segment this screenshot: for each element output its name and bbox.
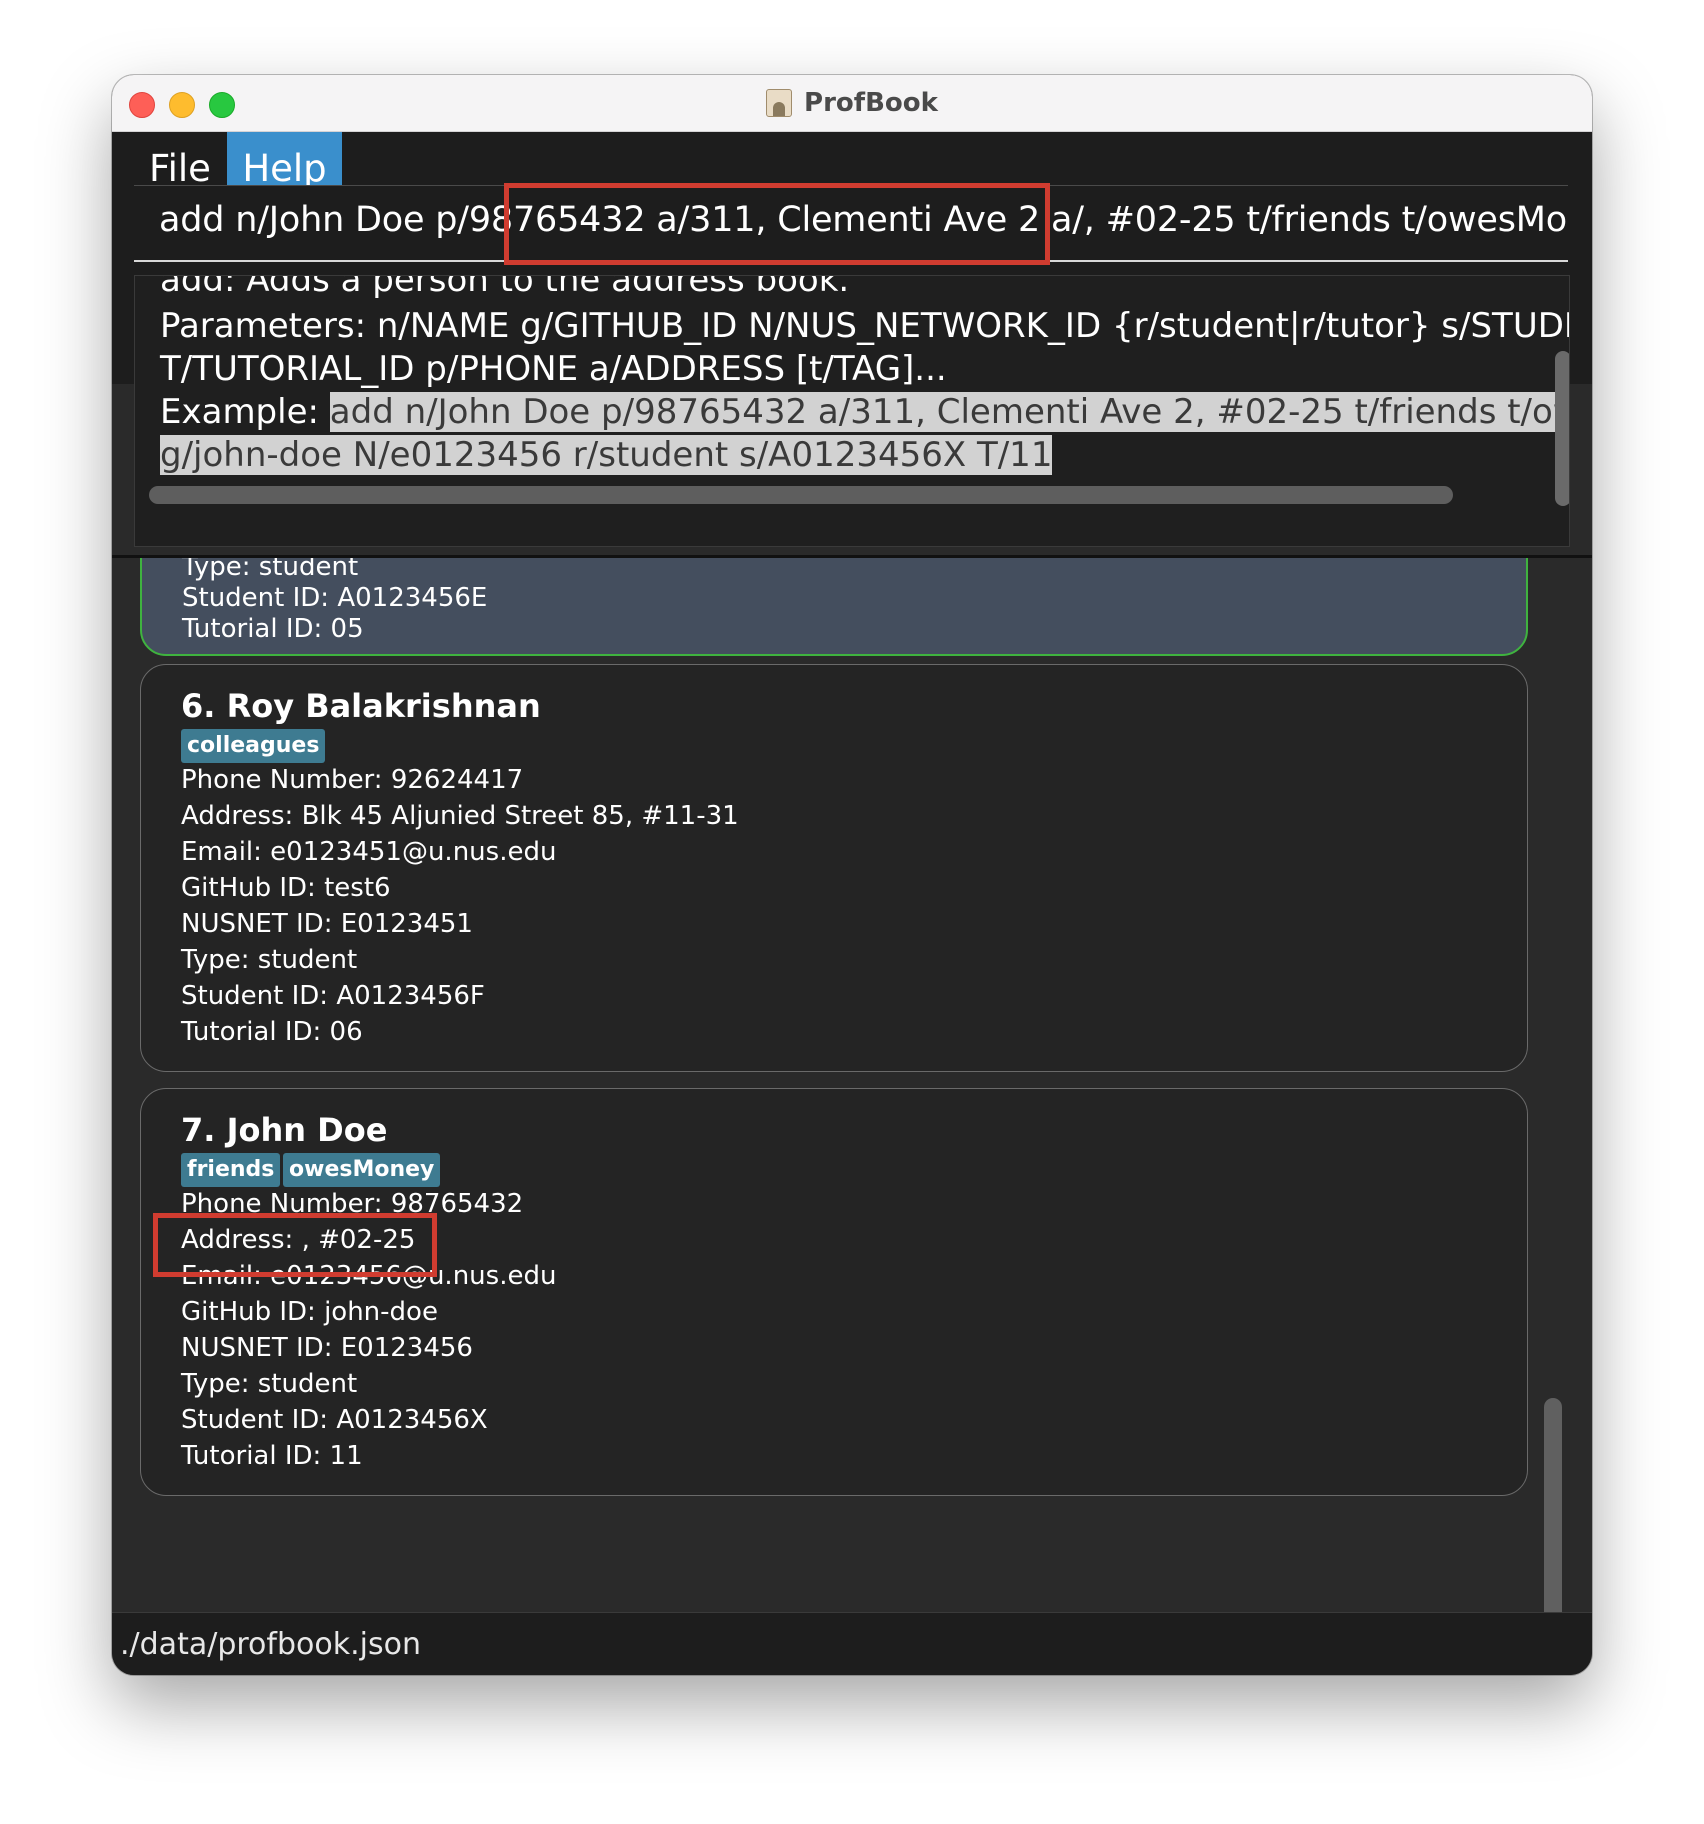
- tag: friends: [181, 1153, 281, 1187]
- window-title: ProfBook: [112, 75, 1592, 131]
- result-line-example: Example: add n/John Doe p/98765432 a/311…: [160, 392, 1569, 432]
- tag: colleagues: [181, 729, 326, 763]
- result-horizontal-scrollbar[interactable]: [149, 486, 1453, 504]
- card-github: GitHub ID: test6: [181, 873, 391, 903]
- card-github: GitHub ID: john-doe: [181, 1297, 438, 1327]
- card-nusnet: NUSNET ID: E0123456: [181, 1333, 473, 1363]
- list-vertical-scrollbar[interactable]: [1544, 1398, 1562, 1612]
- card-type: Type: student: [181, 945, 358, 975]
- result-vertical-scrollbar[interactable]: [1555, 351, 1569, 506]
- example-selected-text: add n/John Doe p/98765432 a/311, Clement…: [329, 392, 1569, 432]
- result-display: add: Adds a person to the address book. …: [134, 275, 1570, 547]
- card-student-id: Student ID: A0123456E: [182, 583, 488, 613]
- card-student-id: Student ID: A0123456F: [181, 981, 485, 1011]
- result-line-usage: add: Adds a person to the address book.: [160, 275, 850, 300]
- person-card-selected[interactable]: Type: student Student ID: A0123456E Tuto…: [140, 558, 1528, 656]
- person-list: Type: student Student ID: A0123456E Tuto…: [112, 558, 1592, 1612]
- annotation-highlight-address: [153, 1213, 437, 1277]
- annotation-highlight-command: [504, 183, 1050, 265]
- status-bar: ./data/profbook.json: [112, 1612, 1592, 1675]
- person-card[interactable]: 7. John Doe friends owesMoney Phone Numb…: [140, 1088, 1528, 1496]
- card-type: Type: student: [181, 1369, 358, 1399]
- card-type: Type: student: [182, 558, 359, 582]
- card-address: Address: Blk 45 Aljunied Street 85, #11-…: [181, 801, 739, 831]
- card-student-id: Student ID: A0123456X: [181, 1405, 488, 1435]
- card-nusnet: NUSNET ID: E0123451: [181, 909, 473, 939]
- title-bar: ProfBook: [112, 75, 1592, 132]
- card-tutorial-id: Tutorial ID: 11: [181, 1441, 363, 1471]
- person-card[interactable]: 6. Roy Balakrishnan colleagues Phone Num…: [140, 664, 1528, 1072]
- card-email: Email: e0123451@u.nus.edu: [181, 837, 557, 867]
- app-window: ProfBook File Help add n/John Doe p/9876…: [112, 75, 1592, 1675]
- tag: owesMoney: [283, 1153, 441, 1187]
- result-line-parameters: Parameters: n/NAME g/GITHUB_ID N/NUS_NET…: [160, 306, 1570, 346]
- app-icon: [766, 89, 793, 117]
- card-tutorial-id: Tutorial ID: 06: [181, 1017, 363, 1047]
- card-name: 7. John Doe: [181, 1111, 388, 1149]
- example-selected-text-cont: g/john-doe N/e0123456 r/student s/A01234…: [160, 435, 1053, 475]
- window-title-text: ProfBook: [804, 88, 938, 118]
- data-file-path: ./data/profbook.json: [120, 1627, 421, 1662]
- example-label: Example:: [160, 392, 330, 432]
- result-line-example-cont: g/john-doe N/e0123456 r/student s/A01234…: [160, 435, 1053, 475]
- card-name: 6. Roy Balakrishnan: [181, 687, 541, 725]
- card-tutorial-id: Tutorial ID: 05: [182, 614, 364, 644]
- result-line-parameters-cont: T/TUTORIAL_ID p/PHONE a/ADDRESS [t/TAG].…: [160, 349, 947, 389]
- card-phone: Phone Number: 92624417: [181, 765, 524, 795]
